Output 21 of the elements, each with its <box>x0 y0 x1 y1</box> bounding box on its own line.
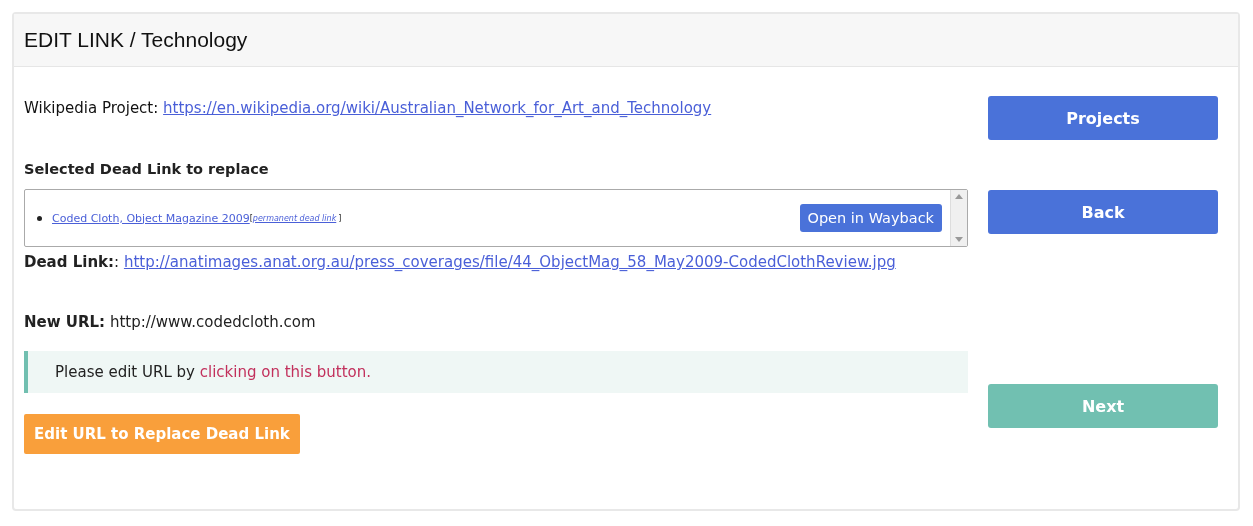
bracket-open: [ <box>249 213 253 223</box>
bracket-close: ] <box>338 213 342 223</box>
hint-message: Please edit URL by clicking on this button. <box>24 351 968 393</box>
dead-link-url[interactable]: http://anatimages.anat.org.au/press_coverages/file/44_ObjectMag_58_May2009-CodedClothReview.jpg <box>123 253 896 271</box>
project-link[interactable]: https://en.wikipedia.org/wiki/Australian_Network_for_Art_and_Technology <box>163 99 712 117</box>
separator: : <box>114 253 120 271</box>
new-url-value: http://www.codedcloth.com <box>109 313 316 331</box>
nav-button[interactable]: Back <box>988 190 1218 234</box>
down-arrow-icon[interactable] <box>955 237 963 242</box>
dead-link-label: Dead Link: <box>24 253 115 271</box>
section-heading: Selected Dead Link to replace <box>24 161 270 177</box>
new-url-label: New URL: <box>24 313 106 331</box>
project-label: Wikipedia Project: <box>24 99 159 117</box>
open-wayback-button[interactable]: Open in Wayback <box>799 204 942 232</box>
scrollbar[interactable] <box>950 190 967 246</box>
hint-link[interactable]: clicking on this button. <box>199 363 372 381</box>
up-arrow-icon[interactable] <box>955 194 963 199</box>
citation-link[interactable]: Coded Cloth, Object Magazine 2009 <box>52 211 250 225</box>
page-title: EDIT LINK / Technology <box>24 28 249 52</box>
bullet-icon <box>37 215 42 221</box>
nav-button[interactable]: Projects <box>988 96 1218 140</box>
